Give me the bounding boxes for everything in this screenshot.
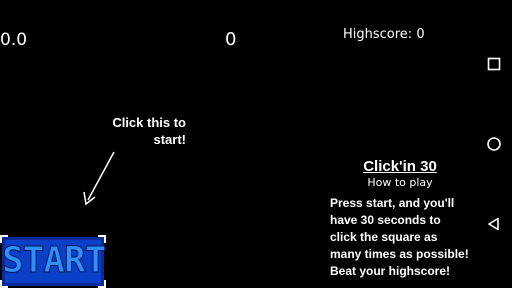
arrow-icon (83, 151, 115, 206)
back-icon[interactable] (482, 212, 506, 236)
start-button-label: START (2, 240, 107, 281)
navigation-bar (476, 0, 512, 288)
score-display: 0 (225, 29, 237, 50)
start-button[interactable]: START (0, 235, 107, 288)
how-to-play-panel: Click'in 30 How to play Press start, and… (330, 158, 470, 280)
timer-display: 0.0 (0, 30, 28, 50)
recent-apps-icon[interactable] (482, 52, 506, 76)
home-icon[interactable] (482, 132, 506, 156)
start-hint-text: Click this to start! (112, 115, 186, 147)
game-title: Click'in 30 (363, 158, 437, 175)
selection-corner (0, 280, 8, 288)
how-to-play-heading: How to play (367, 176, 433, 189)
selection-corner (98, 280, 106, 288)
highscore-display: Highscore: 0 (343, 27, 425, 42)
instructions-text: Press start, and you'll have 30 seconds … (330, 196, 469, 278)
